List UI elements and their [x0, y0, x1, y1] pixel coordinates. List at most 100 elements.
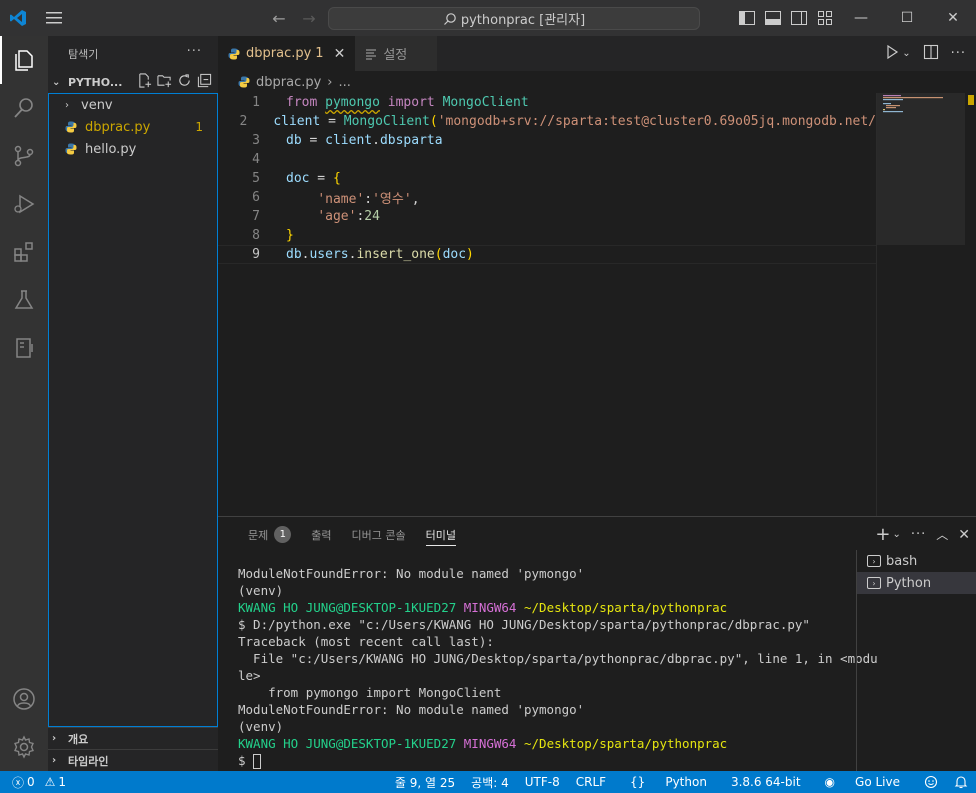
editor-area: dbprac.py 1 ✕ 설정 ⌄ ··· dbprac.py › ... 1… — [218, 36, 976, 516]
terminal-item-bash[interactable]: › bash — [857, 550, 976, 572]
cursor-position[interactable]: 줄 9, 열 25 — [387, 774, 463, 791]
search-label: pythonprac [관리자] — [460, 13, 586, 28]
maximize-icon[interactable]: ☐ — [884, 0, 930, 36]
go-live-label: Go Live — [855, 775, 900, 789]
tab-problem-badge: 1 — [315, 46, 324, 61]
outline-section[interactable]: › 개요 — [48, 727, 218, 749]
python-interpreter[interactable]: 3.8.6 64-bit — [723, 775, 809, 789]
timeline-section[interactable]: › 타임라인 — [48, 749, 218, 771]
source-control-icon[interactable] — [0, 132, 48, 180]
more-actions-icon[interactable]: ··· — [187, 44, 202, 59]
close-panel-icon[interactable]: ✕ — [958, 527, 970, 543]
encoding[interactable]: UTF-8 — [517, 775, 568, 789]
toggle-primary-sidebar-icon[interactable] — [736, 7, 758, 29]
python-file-icon — [65, 121, 81, 133]
line-number: 3 — [252, 133, 260, 148]
language-mode[interactable]: {} Python — [614, 775, 723, 789]
terminal-item-label: bash — [886, 553, 918, 569]
more-actions-icon[interactable]: ··· — [951, 46, 966, 61]
customize-layout-icon[interactable] — [814, 7, 836, 29]
close-tab-icon[interactable]: ✕ — [334, 46, 346, 62]
chevron-right-icon: › — [52, 755, 57, 766]
terminal-item-label: Python — [886, 575, 932, 591]
toggle-panel-icon[interactable] — [762, 7, 784, 29]
tab-problems[interactable]: 문제 1 — [238, 517, 301, 552]
terminal-output[interactable]: ModuleNotFoundError: No module named 'py… — [238, 565, 878, 769]
minimize-icon[interactable]: — — [838, 0, 884, 36]
go-back-icon[interactable]: ← — [268, 9, 290, 28]
toggle-secondary-sidebar-icon[interactable] — [788, 7, 810, 29]
feedback-icon[interactable] — [916, 775, 946, 789]
close-window-icon[interactable]: ✕ — [930, 0, 976, 36]
refresh-icon[interactable] — [177, 73, 192, 91]
terminal-prompt: KWANG HO JUNG@DESKTOP-1KUED27 MINGW64 ~/… — [238, 735, 854, 752]
go-live-button[interactable]: ◉ Go Live — [809, 775, 916, 789]
timeline-label: 타임라인 — [68, 754, 109, 768]
indentation[interactable]: 공백: 4 — [463, 774, 517, 791]
end-of-line[interactable]: CRLF — [568, 775, 614, 789]
command-center-search[interactable]: pythonprac [관리자] — [328, 7, 700, 30]
activity-bar — [0, 36, 48, 771]
new-file-icon[interactable] — [137, 73, 152, 91]
extensions-icon[interactable] — [0, 228, 48, 276]
language-label: Python — [665, 775, 707, 789]
tab-label: 설정 — [383, 48, 408, 63]
sidebar-title-label: 탐색기 — [68, 47, 99, 61]
tree-item-hello[interactable]: hello.py — [49, 138, 217, 160]
code-line: 2 client = MongoClient('mongodb+srv://spa… — [218, 112, 877, 131]
minimap[interactable] — [876, 93, 976, 516]
folder-header[interactable]: ⌄ PYTHO... — [48, 71, 218, 93]
go-forward-icon[interactable]: → — [298, 9, 320, 28]
terminal-line: (venv) — [238, 583, 284, 598]
terminal-item-python[interactable]: › Python — [857, 572, 976, 594]
code-line: 1 from pymongo import MongoClient — [218, 93, 876, 112]
breadcrumb-file[interactable]: dbprac.py — [256, 75, 321, 90]
terminal-icon: › — [867, 555, 881, 567]
run-debug-icon[interactable] — [0, 180, 48, 228]
terminal-line: File "c:/Users/KWANG HO JUNG/Desktop/spa… — [238, 651, 878, 666]
tree-item-dbprac[interactable]: dbprac.py 1 — [49, 116, 217, 138]
split-editor-icon[interactable] — [923, 44, 939, 64]
tab-dbprac[interactable]: dbprac.py 1 ✕ — [218, 36, 356, 71]
problems-status[interactable]: ⓧ 0 ⚠ 1 — [0, 774, 66, 791]
prompt-user: KWANG HO JUNG@DESKTOP-1KUED27 — [238, 736, 457, 751]
tab-debug-console[interactable]: 디버그 콘솔 — [342, 517, 416, 552]
prompt-system: MINGW64 — [463, 600, 517, 615]
python-file-icon — [228, 48, 240, 59]
breadcrumb-symbols[interactable]: ... — [339, 75, 351, 90]
tab-output[interactable]: 출력 — [301, 517, 341, 552]
remote-explorer-icon[interactable] — [0, 324, 48, 372]
new-folder-icon[interactable] — [157, 73, 172, 91]
outline-label: 개요 — [68, 732, 89, 746]
search-icon[interactable] — [0, 84, 48, 132]
tab-settings[interactable]: 설정 — [355, 36, 439, 71]
menu-icon[interactable] — [36, 0, 72, 36]
accounts-icon[interactable] — [0, 675, 48, 723]
notifications-bell-icon[interactable] — [946, 775, 976, 789]
code-line: 7 'age':24 — [218, 207, 876, 226]
settings-gear-icon[interactable] — [0, 723, 48, 771]
tree-item-venv[interactable]: › venv — [49, 94, 217, 116]
explorer-icon[interactable] — [0, 36, 48, 84]
more-actions-icon[interactable]: ··· — [911, 527, 926, 542]
maximize-panel-icon[interactable]: ︿ — [936, 526, 948, 543]
tab-label: 디버그 콘솔 — [351, 528, 406, 542]
terminal-dropdown-chevron-icon[interactable]: ⌄ — [892, 529, 900, 540]
run-dropdown-chevron-icon[interactable]: ⌄ — [902, 48, 910, 59]
prompt-user: KWANG HO JUNG@DESKTOP-1KUED27 — [238, 600, 457, 615]
title-bar: ← → pythonprac [관리자] — ☐ ✕ — [0, 0, 976, 36]
collapse-all-icon[interactable] — [197, 73, 212, 91]
error-icon: ⓧ — [12, 775, 25, 790]
terminal-input-line[interactable]: $ — [238, 752, 854, 769]
new-terminal-icon[interactable]: + — [875, 524, 890, 545]
code-editor[interactable]: 1 from pymongo import MongoClient 2 client… — [218, 93, 876, 516]
problem-count-badge: 1 — [195, 120, 203, 134]
testing-icon[interactable] — [0, 276, 48, 324]
sidebar-title: 탐색기 ··· — [48, 36, 218, 71]
tab-terminal[interactable]: 터미널 — [416, 517, 466, 552]
run-python-file-icon[interactable] — [884, 44, 900, 64]
terminal-line: (venv) — [238, 719, 284, 734]
chevron-down-icon: ⌄ — [52, 76, 61, 88]
code-line: 8} — [218, 226, 876, 245]
panel-tabs: 문제 1 출력 디버그 콘솔 터미널 + ⌄ ··· ︿ ✕ — [218, 517, 976, 552]
